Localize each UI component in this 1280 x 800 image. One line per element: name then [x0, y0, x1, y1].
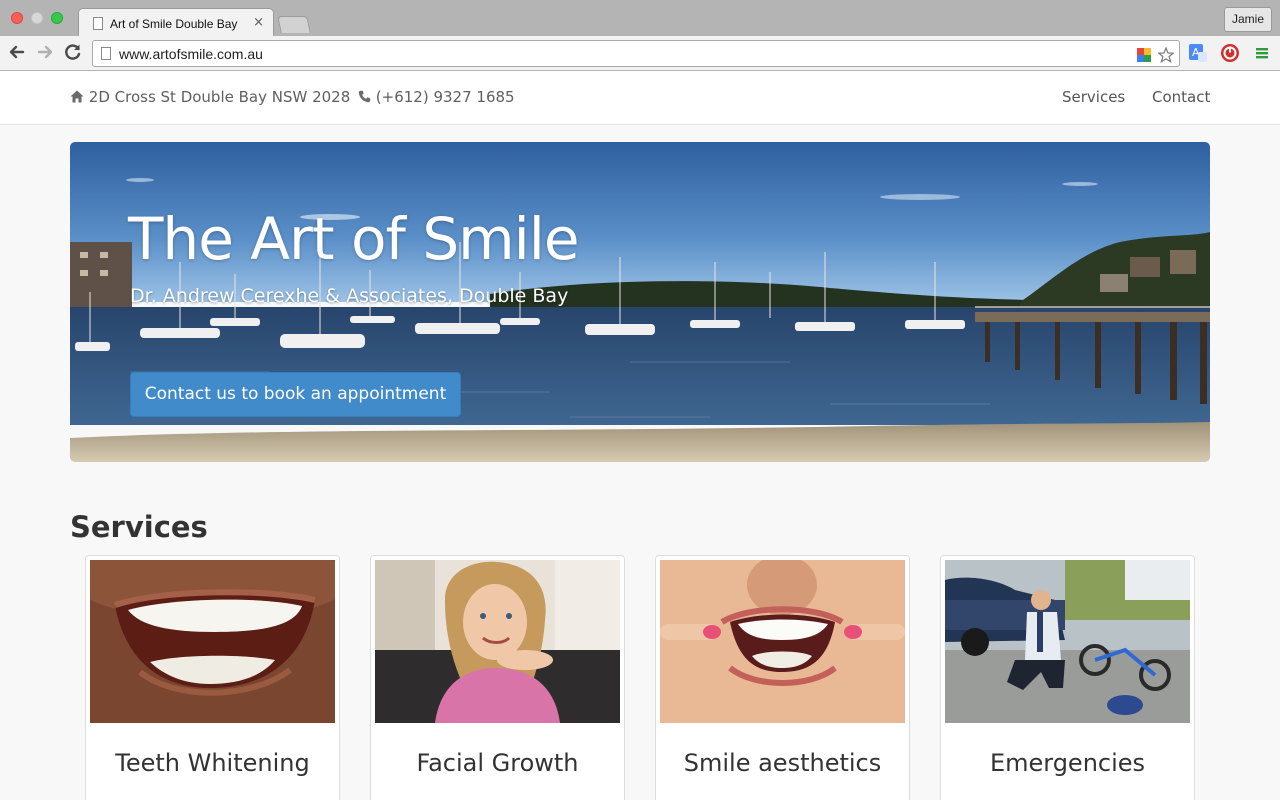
- service-card-label: Emergencies: [989, 749, 1146, 777]
- url-text[interactable]: www.artofsmile.com.au: [119, 46, 263, 62]
- tab-title: Art of Smile Double Bay: [110, 17, 238, 31]
- service-card-label: Teeth Whitening: [115, 749, 310, 777]
- site-topbar: 2D Cross St Double Bay NSW 2028 (+612) 9…: [0, 71, 1280, 125]
- bookmark-star-icon[interactable]: [1158, 47, 1174, 63]
- hero-title: The Art of Smile: [128, 205, 580, 273]
- bike-accident-photo: [945, 560, 1190, 723]
- nav-contact-link[interactable]: Contact: [1152, 88, 1210, 106]
- menu-icon[interactable]: [1252, 43, 1272, 63]
- tab-close-icon[interactable]: ×: [253, 15, 264, 30]
- page-icon: [101, 47, 111, 60]
- service-card-teeth-whitening[interactable]: Teeth Whitening: [85, 555, 340, 800]
- minimize-window-button[interactable]: [31, 12, 43, 24]
- browser-toolbar: www.artofsmile.com.au A: [0, 36, 1280, 71]
- service-card-label: Smile aesthetics: [683, 749, 882, 777]
- girl-smiling-photo: [375, 560, 620, 723]
- service-card-label: Facial Growth: [416, 749, 579, 777]
- new-tab-button[interactable]: [277, 16, 311, 33]
- book-appointment-button[interactable]: Contact us to book an appointment: [130, 372, 461, 417]
- close-window-button[interactable]: [11, 12, 23, 24]
- profile-button[interactable]: Jamie: [1223, 7, 1272, 32]
- browser-tab-active[interactable]: Art of Smile Double Bay ×: [78, 8, 274, 37]
- page-favicon-icon: [93, 17, 103, 30]
- address-text: 2D Cross St Double Bay NSW 2028: [88, 88, 351, 106]
- zoom-window-button[interactable]: [51, 12, 63, 24]
- smiling-mouth-photo: [90, 560, 335, 723]
- translate-icon[interactable]: A: [1188, 43, 1208, 63]
- phone-icon: [358, 90, 371, 103]
- hero-subtitle: Dr. Andrew Cerexhe & Associates, Double …: [130, 285, 569, 307]
- forward-arrow-icon[interactable]: [34, 41, 56, 63]
- address-bar[interactable]: www.artofsmile.com.au: [92, 40, 1180, 67]
- tab-strip: Art of Smile Double Bay × Jamie: [0, 0, 1280, 37]
- hero-banner: The Art of Smile Dr. Andrew Cerexhe & As…: [70, 142, 1210, 462]
- service-card-smile-aesthetics[interactable]: Smile aesthetics: [655, 555, 910, 800]
- phone-info: (+612) 9327 1685: [358, 88, 515, 106]
- phone-text: (+612) 9327 1685: [375, 88, 515, 106]
- address-info: 2D Cross St Double Bay NSW 2028: [70, 88, 350, 106]
- back-arrow-icon[interactable]: [6, 41, 28, 63]
- service-card-emergencies[interactable]: Emergencies: [940, 555, 1195, 800]
- smile-fingers-photo: [660, 560, 905, 723]
- service-card-facial-growth[interactable]: Facial Growth: [370, 555, 625, 800]
- home-icon: [70, 90, 84, 103]
- reload-icon[interactable]: [62, 41, 84, 63]
- extension-icon[interactable]: [1136, 47, 1152, 63]
- services-heading: Services: [70, 510, 208, 544]
- nav-services-link[interactable]: Services: [1062, 88, 1125, 106]
- browser-chrome: Art of Smile Double Bay × Jamie www.arto…: [0, 0, 1280, 71]
- adblock-icon[interactable]: [1220, 43, 1240, 63]
